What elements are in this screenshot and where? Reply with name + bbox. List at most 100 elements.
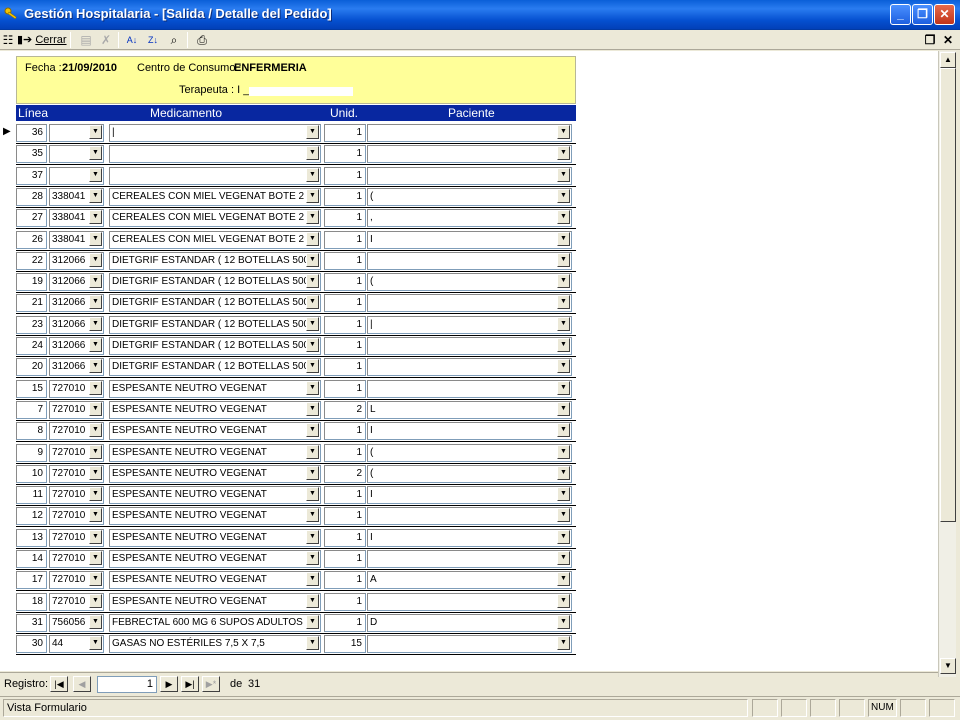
unid-cell[interactable]: 1 — [324, 486, 366, 505]
dropdown-arrow-icon[interactable]: ▼ — [306, 636, 319, 651]
dropdown-arrow-icon[interactable]: ▼ — [557, 274, 570, 289]
paciente-combo[interactable] — [367, 251, 572, 270]
unid-cell[interactable]: 1 — [324, 358, 366, 377]
unid-cell[interactable]: 1 — [324, 230, 366, 249]
paciente-combo[interactable]: I — [367, 486, 572, 505]
dropdown-arrow-icon[interactable]: ▼ — [89, 210, 102, 225]
new-record-icon[interactable]: ▤ — [78, 32, 94, 48]
dropdown-arrow-icon[interactable]: ▼ — [89, 295, 102, 310]
linea-cell[interactable]: 35 — [16, 145, 47, 164]
dropdown-arrow-icon[interactable]: ▼ — [557, 551, 570, 565]
dropdown-arrow-icon[interactable]: ▼ — [557, 636, 570, 651]
dropdown-arrow-icon[interactable]: ▼ — [306, 146, 319, 161]
linea-cell[interactable]: 10 — [16, 464, 47, 483]
unid-cell[interactable]: 1 — [324, 422, 366, 441]
unid-cell[interactable]: 1 — [324, 315, 366, 334]
table-row[interactable]: ▶ 36 ▼ | ▼ 1 ▼ — [0, 122, 580, 144]
medicamento-combo[interactable]: DIETGRIF ESTANDAR ( 12 BOTELLAS 500 — [109, 337, 321, 355]
dropdown-arrow-icon[interactable]: ▼ — [306, 359, 319, 374]
medicamento-combo[interactable]: DIETGRIF ESTANDAR ( 12 BOTELLAS 500 — [109, 315, 321, 334]
paciente-combo[interactable]: ( — [367, 273, 572, 292]
paciente-combo[interactable] — [367, 592, 572, 611]
dropdown-arrow-icon[interactable]: ▼ — [557, 316, 570, 331]
paciente-combo[interactable]: I — [367, 422, 572, 441]
dropdown-arrow-icon[interactable]: ▼ — [557, 146, 570, 161]
paciente-combo[interactable]: | — [367, 315, 572, 334]
linea-cell[interactable]: 26 — [16, 230, 47, 249]
medicamento-combo[interactable]: ESPESANTE NEUTRO VEGENAT — [109, 379, 321, 398]
dropdown-arrow-icon[interactable]: ▼ — [89, 125, 102, 139]
dropdown-arrow-icon[interactable]: ▼ — [306, 252, 319, 267]
dropdown-arrow-icon[interactable]: ▼ — [557, 380, 570, 395]
dropdown-arrow-icon[interactable]: ▼ — [557, 444, 570, 459]
dropdown-arrow-icon[interactable]: ▼ — [306, 316, 319, 331]
dropdown-arrow-icon[interactable]: ▼ — [306, 188, 319, 203]
table-row[interactable]: 20 312066 ▼ DIETGRIF ESTANDAR ( 12 BOTELLAS… — [0, 356, 580, 379]
table-row[interactable]: 8 727010 ▼ ESPESANTE NEUTRO VEGENAT ▼ 1 I ▼ — [0, 420, 580, 443]
dropdown-arrow-icon[interactable]: ▼ — [89, 167, 102, 182]
dropdown-arrow-icon[interactable]: ▼ — [89, 252, 102, 267]
dropdown-arrow-icon[interactable]: ▼ — [89, 487, 102, 502]
medicamento-combo[interactable]: GASAS NO ESTÉRILES 7,5 X 7,5 — [109, 635, 321, 654]
paciente-combo[interactable] — [367, 550, 572, 568]
dropdown-arrow-icon[interactable]: ▼ — [557, 210, 570, 225]
dropdown-arrow-icon[interactable]: ▼ — [306, 465, 319, 480]
table-row[interactable]: 18 727010 ▼ ESPESANTE NEUTRO VEGENAT ▼ 1 ▼ — [0, 591, 580, 613]
dropdown-arrow-icon[interactable]: ▼ — [89, 423, 102, 438]
table-row[interactable]: 30 44 ▼ GASAS NO ESTÉRILES 7,5 X 7,5 ▼ 15 ▼ — [0, 633, 580, 656]
paciente-combo[interactable] — [367, 507, 572, 526]
dropdown-arrow-icon[interactable]: ▼ — [557, 167, 570, 182]
dropdown-arrow-icon[interactable]: ▼ — [89, 401, 102, 416]
linea-cell[interactable]: 18 — [16, 592, 47, 611]
linea-cell[interactable]: 12 — [16, 507, 47, 526]
unid-cell[interactable]: 1 — [324, 145, 366, 164]
medicamento-combo[interactable]: ESPESANTE NEUTRO VEGENAT — [109, 464, 321, 483]
linea-cell[interactable]: 30 — [16, 635, 47, 654]
linea-cell[interactable]: 23 — [16, 315, 47, 334]
table-row[interactable]: 7 727010 ▼ ESPESANTE NEUTRO VEGENAT ▼ 2 L ▼ — [0, 399, 580, 421]
current-record-input[interactable]: 1 — [97, 676, 157, 693]
medicamento-combo[interactable]: DIETGRIF ESTANDAR ( 12 BOTELLAS 500 — [109, 358, 321, 377]
unid-cell[interactable]: 1 — [324, 273, 366, 292]
dropdown-arrow-icon[interactable]: ▼ — [89, 614, 102, 629]
medicamento-combo[interactable] — [109, 145, 321, 164]
dropdown-arrow-icon[interactable]: ▼ — [89, 316, 102, 331]
medicamento-combo[interactable]: ESPESANTE NEUTRO VEGENAT — [109, 422, 321, 441]
new-record-nav-button[interactable]: ▶* — [202, 676, 220, 692]
paciente-combo[interactable]: ( — [367, 443, 572, 462]
unid-cell[interactable]: 1 — [324, 251, 366, 270]
linea-cell[interactable]: 31 — [16, 613, 47, 632]
table-row[interactable]: 28 338041 ▼ CEREALES CON MIEL VEGENAT BOTE … — [0, 186, 580, 208]
table-row[interactable]: 11 727010 ▼ ESPESANTE NEUTRO VEGENAT ▼ 1 I ▼ — [0, 484, 580, 507]
paciente-combo[interactable]: I — [367, 528, 572, 547]
table-row[interactable]: 22 312066 ▼ DIETGRIF ESTANDAR ( 12 BOTELLAS… — [0, 250, 580, 272]
dropdown-arrow-icon[interactable]: ▼ — [306, 593, 319, 608]
dropdown-arrow-icon[interactable]: ▼ — [557, 188, 570, 203]
medicamento-combo[interactable]: ESPESANTE NEUTRO VEGENAT — [109, 486, 321, 505]
table-row[interactable]: 27 338041 ▼ CEREALES CON MIEL VEGENAT BOTE … — [0, 207, 580, 230]
linea-cell[interactable]: 24 — [16, 337, 47, 355]
paciente-combo[interactable]: I — [367, 230, 572, 249]
dropdown-arrow-icon[interactable]: ▼ — [89, 593, 102, 608]
paciente-combo[interactable]: , — [367, 209, 572, 228]
medicamento-combo[interactable]: FEBRECTAL 600 MG 6 SUPOS ADULTOS — [109, 613, 321, 632]
dropdown-arrow-icon[interactable]: ▼ — [557, 487, 570, 502]
linea-cell[interactable]: 11 — [16, 486, 47, 505]
table-row[interactable]: 10 727010 ▼ ESPESANTE NEUTRO VEGENAT ▼ 2(▼ — [0, 463, 580, 485]
table-row[interactable]: 9 727010 ▼ ESPESANTE NEUTRO VEGENAT ▼ 1(▼ — [0, 442, 580, 464]
dropdown-arrow-icon[interactable]: ▼ — [89, 636, 102, 651]
mdi-restore-button[interactable]: ❐ — [922, 32, 938, 48]
dropdown-arrow-icon[interactable]: ▼ — [557, 423, 570, 438]
unid-cell[interactable]: 1 — [324, 294, 366, 313]
paciente-combo[interactable]: ( — [367, 464, 572, 483]
paciente-combo[interactable] — [367, 166, 572, 185]
medicamento-combo[interactable]: CEREALES CON MIEL VEGENAT BOTE 2 K — [109, 187, 321, 206]
dropdown-arrow-icon[interactable]: ▼ — [306, 167, 319, 182]
table-row[interactable]: 23 312066 ▼ DIETGRIF ESTANDAR ( 12 BOTELLAS… — [0, 314, 580, 336]
table-row[interactable]: 26 338041 ▼ CEREALES CON MIEL VEGENAT BOTE … — [0, 229, 580, 251]
linea-cell[interactable]: 20 — [16, 358, 47, 377]
dropdown-arrow-icon[interactable]: ▼ — [306, 614, 319, 629]
dropdown-arrow-icon[interactable]: ▼ — [89, 508, 102, 523]
sort-ascending-icon[interactable]: A↓ — [124, 32, 140, 48]
medicamento-combo[interactable]: ESPESANTE NEUTRO VEGENAT — [109, 528, 321, 547]
